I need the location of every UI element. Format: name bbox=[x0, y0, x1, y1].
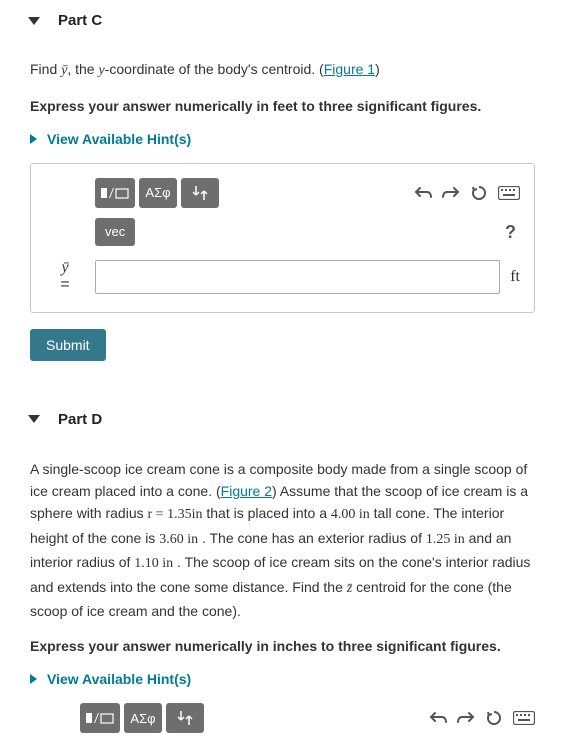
greek-button-d[interactable]: ΑΣφ bbox=[124, 703, 162, 733]
prompt-text: Find bbox=[30, 61, 61, 77]
hints-label: View Available Hint(s) bbox=[47, 131, 191, 147]
part-d-title: Part D bbox=[58, 411, 102, 428]
prompt-text: . The cone has an exterior radius of bbox=[198, 530, 426, 546]
equals-label: = bbox=[45, 276, 85, 294]
part-c-instruction: Express your answer numerically in feet … bbox=[30, 96, 535, 117]
variable-label: ȳ = bbox=[45, 260, 85, 294]
part-c-header[interactable]: Part C bbox=[20, 0, 545, 41]
caret-right-icon bbox=[30, 134, 37, 144]
greek-button[interactable]: ΑΣφ bbox=[139, 178, 177, 208]
part-c-title: Part C bbox=[58, 12, 102, 29]
subscript-button[interactable] bbox=[181, 178, 219, 208]
keyboard-icon[interactable] bbox=[498, 186, 520, 200]
part-d-header[interactable]: Part D bbox=[20, 399, 545, 440]
keyboard-icon-d[interactable] bbox=[513, 709, 535, 727]
ybar-label: ȳ bbox=[45, 260, 85, 276]
prompt-text: -coordinate of the body's centroid. ( bbox=[105, 61, 324, 77]
interior-radius-value: 1.10 in bbox=[134, 556, 173, 571]
figure-1-link[interactable]: Figure 1 bbox=[324, 61, 375, 77]
prompt-text: that is placed into a bbox=[202, 505, 330, 521]
interior-height-value: 3.60 in bbox=[159, 532, 198, 547]
templates-button-d[interactable] bbox=[80, 703, 120, 733]
reset-icon[interactable] bbox=[470, 184, 488, 202]
unit-label: ft bbox=[510, 268, 520, 286]
reset-icon-d[interactable] bbox=[485, 709, 503, 727]
part-d-prompt: A single-scoop ice cream cone is a compo… bbox=[30, 458, 535, 623]
vec-button[interactable]: vec bbox=[95, 218, 135, 246]
undo-icon-d[interactable] bbox=[429, 709, 447, 727]
templates-button[interactable] bbox=[95, 178, 135, 208]
prompt-text: ) bbox=[375, 61, 380, 77]
view-hints-button-d[interactable]: View Available Hint(s) bbox=[30, 671, 535, 687]
height-value: 4.00 in bbox=[331, 507, 370, 522]
r-value: r = 1.35in bbox=[148, 507, 203, 522]
exterior-radius-value: 1.25 in bbox=[426, 532, 465, 547]
prompt-text: , the bbox=[67, 61, 98, 77]
part-c-prompt: Find ȳ, the y-coordinate of the body's c… bbox=[30, 59, 535, 82]
redo-icon-d[interactable] bbox=[457, 709, 475, 727]
caret-down-icon bbox=[28, 415, 40, 423]
answer-input[interactable] bbox=[95, 260, 500, 294]
answer-area: ΑΣφ vec bbox=[30, 163, 535, 313]
submit-button[interactable]: Submit bbox=[30, 329, 106, 361]
caret-down-icon bbox=[28, 17, 40, 25]
hints-label-d: View Available Hint(s) bbox=[47, 671, 191, 687]
redo-icon[interactable] bbox=[442, 185, 460, 201]
view-hints-button[interactable]: View Available Hint(s) bbox=[30, 131, 535, 147]
subscript-button-d[interactable] bbox=[166, 703, 204, 733]
figure-2-link[interactable]: Figure 2 bbox=[221, 483, 272, 499]
help-button[interactable]: ? bbox=[505, 222, 516, 243]
undo-icon[interactable] bbox=[414, 185, 432, 201]
caret-right-icon bbox=[30, 674, 37, 684]
part-d-instruction: Express your answer numerically in inche… bbox=[30, 636, 535, 657]
